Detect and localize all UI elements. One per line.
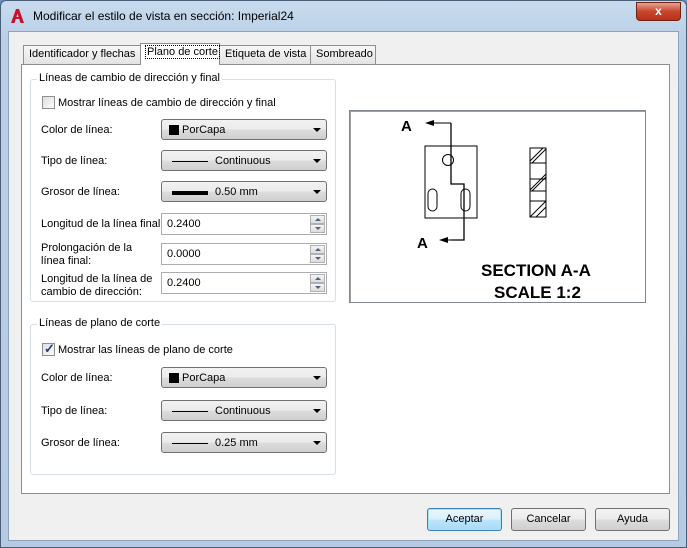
tab-identificador-y-flechas[interactable]: Identificador y flechas [23,45,141,64]
bend-length-up-arrow-icon[interactable] [310,274,325,283]
scale-title: SCALE 1:2 [494,283,581,302]
cutting-plane-line [428,122,465,241]
autocad-app-icon [11,9,24,23]
end-length-down-arrow-icon[interactable] [310,224,325,233]
show-cutting-plane-lines-checkbox[interactable]: ✓ [42,341,55,356]
title-bar[interactable]: Modificar el estilo de vista en sección:… [1,1,686,31]
bend-length-spinner[interactable]: 0.2400 [161,272,327,294]
g1-weight-label: Grosor de línea: [41,186,120,198]
end-extension-up-arrow-icon[interactable] [310,245,325,254]
g2-weight-dropdown[interactable]: 0.25 mm [161,432,327,453]
g2-weight-label: Grosor de línea: [41,437,120,449]
tab-plano-de-corte[interactable]: Plano de corte [140,43,220,65]
section-title: SECTION A-A [481,261,591,280]
part-section-view [529,147,547,218]
preview-drawing: A A SECTION A-A SCALE 1:2 [401,118,591,302]
group-cambio-direccion-final-title: Líneas de cambio de dirección y final [37,72,222,84]
g1-color-label: Color de línea: [41,124,113,136]
g1-weight-value: 0.50 mm [215,186,258,198]
show-cutting-plane-lines-label: Mostrar las líneas de plano de corte [58,344,233,356]
arrow-top-icon [425,120,434,126]
g1-weight-dropdown[interactable]: 0.50 mm [161,181,327,202]
cancel-button[interactable]: Cancelar [511,508,586,531]
chevron-down-icon [313,409,321,413]
dialog-window: Modificar el estilo de vista en sección:… [0,0,687,548]
end-length-label: Longitud de la línea final: [41,218,164,230]
tab-panel-plano-de-corte: Líneas de cambio de dirección y final Mo… [21,64,670,494]
end-extension-label: Prolongación de la línea final: [41,242,133,267]
lineweight-sample [172,191,208,195]
g1-linetype-value: Continuous [215,155,271,167]
g2-linetype-value: Continuous [215,405,271,417]
lineweight-sample [172,443,208,444]
g1-color-value: PorCapa [182,124,226,136]
end-extension-down-arrow-icon[interactable] [310,254,325,263]
tab-sombreado[interactable]: Sombreado [310,45,376,64]
chevron-down-icon [313,159,321,163]
bend-length-label: Longitud de la línea de cambio de direcc… [41,273,153,298]
arrow-bottom-icon [439,237,448,243]
end-length-spinner[interactable]: 0.2400 [161,213,327,235]
section-view-preview: A A SECTION A-A SCALE 1:2 [349,110,646,303]
dialog-client-area: Identificador y flechas Plano de corte E… [8,31,679,541]
linetype-sample [172,411,208,412]
bend-length-value: 0.2400 [167,277,201,289]
chevron-down-icon [313,376,321,380]
linetype-sample [172,161,208,162]
end-length-value: 0.2400 [167,218,201,230]
g2-color-value: PorCapa [182,372,226,384]
g1-linetype-dropdown[interactable]: Continuous [161,150,327,171]
show-bend-end-lines-label: Mostrar líneas de cambio de dirección y … [58,97,276,109]
g2-color-dropdown[interactable]: PorCapa [161,367,327,388]
tab-plano-de-corte-label: Plano de corte [145,45,220,59]
end-extension-spinner[interactable]: 0.0000 [161,243,327,265]
show-bend-end-lines-checkbox[interactable] [42,96,55,109]
g1-linetype-label: Tipo de línea: [41,155,108,167]
ok-button[interactable]: Aceptar [427,508,502,531]
checkmark-icon: ✓ [44,341,55,356]
end-extension-value: 0.0000 [167,248,201,260]
g2-linetype-dropdown[interactable]: Continuous [161,400,327,421]
close-button[interactable]: x [636,2,681,21]
window-title: Modificar el estilo de vista en sección:… [33,9,294,23]
tab-etiqueta-de-vista[interactable]: Etiqueta de vista [219,45,311,64]
color-swatch [169,125,179,135]
chevron-down-icon [313,441,321,445]
help-button[interactable]: Ayuda [595,508,670,531]
bend-length-down-arrow-icon[interactable] [310,283,325,292]
g2-color-label: Color de línea: [41,372,113,384]
color-swatch [169,373,179,383]
g1-color-dropdown[interactable]: PorCapa [161,119,327,140]
chevron-down-icon [313,128,321,132]
g2-weight-value: 0.25 mm [215,437,258,449]
g2-linetype-label: Tipo de línea: [41,405,108,417]
label-a-bottom: A [417,235,428,252]
label-a-top: A [401,118,412,135]
group-plano-de-corte-title: Líneas de plano de corte [37,317,163,329]
chevron-down-icon [313,190,321,194]
end-length-up-arrow-icon[interactable] [310,215,325,224]
